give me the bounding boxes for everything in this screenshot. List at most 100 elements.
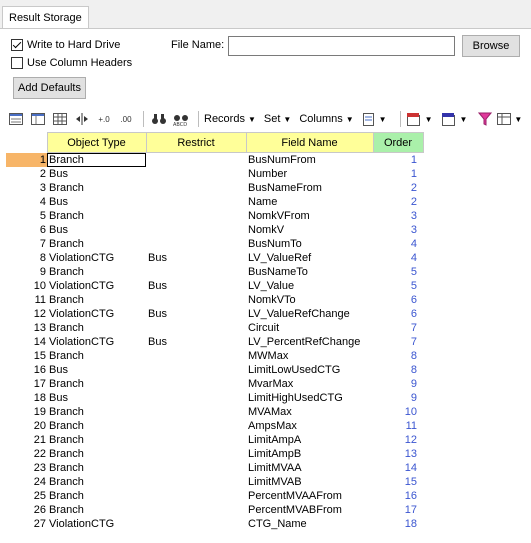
row-number[interactable]: 10 [6, 279, 47, 293]
object-type-cell[interactable]: Bus [47, 223, 146, 237]
table-row[interactable]: 4 Bus Name 2 [6, 195, 423, 209]
tab-result-storage[interactable]: Result Storage [2, 6, 89, 28]
object-type-cell[interactable]: Branch [47, 209, 146, 223]
find-abcd-icon[interactable]: ABCD [171, 110, 191, 128]
field-name-cell[interactable]: NomkV [246, 223, 373, 237]
field-name-cell[interactable]: AmpsMax [246, 419, 373, 433]
row-number[interactable]: 20 [6, 419, 47, 433]
record-view-icon[interactable] [6, 110, 26, 128]
row-number[interactable]: 2 [6, 167, 47, 181]
order-cell[interactable]: 5 [373, 265, 423, 279]
field-name-cell[interactable]: LimitAmpB [246, 447, 373, 461]
restrict-cell[interactable] [146, 405, 246, 419]
column-header-order[interactable]: Order [372, 132, 424, 153]
aux-export-menu[interactable]: ▼ [406, 112, 433, 126]
row-number[interactable]: 18 [6, 391, 47, 405]
object-type-cell[interactable]: Branch [47, 419, 146, 433]
field-name-cell[interactable]: LV_ValueRefChange [246, 307, 373, 321]
object-type-cell[interactable]: ViolationCTG [47, 517, 146, 531]
row-number[interactable]: 3 [6, 181, 47, 195]
field-name-cell[interactable]: LimitMVAA [246, 461, 373, 475]
order-cell[interactable]: 7 [373, 335, 423, 349]
order-cell[interactable]: 4 [373, 251, 423, 265]
order-cell[interactable]: 8 [373, 363, 423, 377]
table-row[interactable]: 24 Branch LimitMVAB 15 [6, 475, 423, 489]
column-header-restrict[interactable]: Restrict [145, 132, 247, 153]
field-name-cell[interactable]: BusNameFrom [246, 181, 373, 195]
decrease-decimals-icon[interactable]: .00 [116, 110, 136, 128]
order-cell[interactable]: 7 [373, 321, 423, 335]
columns-menu[interactable]: Columns ▼ [299, 113, 353, 125]
row-number[interactable]: 23 [6, 461, 47, 475]
column-resize-icon[interactable] [72, 110, 92, 128]
table-row[interactable]: 3 Branch BusNameFrom 2 [6, 181, 423, 195]
table-row[interactable]: 12 ViolationCTG Bus LV_ValueRefChange 6 [6, 307, 423, 321]
set-menu[interactable]: Set ▼ [264, 113, 291, 125]
object-type-cell[interactable]: Bus [47, 167, 146, 181]
restrict-cell[interactable] [146, 475, 246, 489]
column-header-object-type[interactable]: Object Type [46, 132, 147, 153]
restrict-cell[interactable] [146, 181, 246, 195]
field-name-cell[interactable]: Number [246, 167, 373, 181]
order-cell[interactable]: 4 [373, 237, 423, 251]
table-row[interactable]: 26 Branch PercentMVABFrom 17 [6, 503, 423, 517]
order-cell[interactable]: 16 [373, 489, 423, 503]
order-cell[interactable]: 9 [373, 377, 423, 391]
row-number[interactable]: 13 [6, 321, 47, 335]
order-cell[interactable]: 9 [373, 391, 423, 405]
row-number[interactable]: 27 [6, 517, 47, 531]
object-type-cell[interactable]: Branch [47, 433, 146, 447]
order-cell[interactable]: 2 [373, 181, 423, 195]
field-name-cell[interactable]: BusNumFrom [246, 153, 373, 168]
table-row[interactable]: 17 Branch MvarMax 9 [6, 377, 423, 391]
row-number[interactable]: 11 [6, 293, 47, 307]
object-type-cell[interactable]: Branch [47, 265, 146, 279]
table-row[interactable]: 14 ViolationCTG Bus LV_PercentRefChange 7 [6, 335, 423, 349]
field-name-cell[interactable]: PercentMVAAFrom [246, 489, 373, 503]
field-name-cell[interactable]: LimitHighUsedCTG [246, 391, 373, 405]
object-type-cell[interactable]: ViolationCTG [47, 251, 146, 265]
row-number[interactable]: 5 [6, 209, 47, 223]
use-column-headers-option[interactable]: Use Column Headers [11, 55, 132, 71]
restrict-cell[interactable] [146, 153, 246, 168]
object-type-cell[interactable]: Bus [47, 195, 146, 209]
row-number[interactable]: 16 [6, 363, 47, 377]
field-name-cell[interactable]: CTG_Name [246, 517, 373, 531]
file-name-input[interactable] [228, 36, 455, 56]
table-row[interactable]: 7 Branch BusNumTo 4 [6, 237, 423, 251]
order-cell[interactable]: 10 [373, 405, 423, 419]
restrict-cell[interactable] [146, 433, 246, 447]
row-number[interactable]: 22 [6, 447, 47, 461]
table-row[interactable]: 18 Bus LimitHighUsedCTG 9 [6, 391, 423, 405]
object-type-cell[interactable]: Branch [47, 349, 146, 363]
order-cell[interactable]: 12 [373, 433, 423, 447]
object-type-cell[interactable]: Branch [47, 152, 146, 167]
field-name-cell[interactable]: LimitLowUsedCTG [246, 363, 373, 377]
add-defaults-button[interactable]: Add Defaults [13, 77, 86, 99]
row-number[interactable]: 19 [6, 405, 47, 419]
object-type-cell[interactable]: Branch [47, 447, 146, 461]
order-cell[interactable]: 13 [373, 447, 423, 461]
object-type-cell[interactable]: Branch [47, 237, 146, 251]
object-type-cell[interactable]: Branch [47, 503, 146, 517]
restrict-cell[interactable] [146, 349, 246, 363]
table-row[interactable]: 16 Bus LimitLowUsedCTG 8 [6, 363, 423, 377]
row-number[interactable]: 17 [6, 377, 47, 391]
restrict-cell[interactable] [146, 265, 246, 279]
object-type-cell[interactable]: Branch [47, 489, 146, 503]
field-name-cell[interactable]: NomkVFrom [246, 209, 373, 223]
field-name-cell[interactable]: MvarMax [246, 377, 373, 391]
restrict-cell[interactable] [146, 293, 246, 307]
restrict-cell[interactable] [146, 461, 246, 475]
field-name-cell[interactable]: Circuit [246, 321, 373, 335]
table-row[interactable]: 15 Branch MWMax 8 [6, 349, 423, 363]
object-type-cell[interactable]: Branch [47, 461, 146, 475]
object-type-cell[interactable]: Branch [47, 321, 146, 335]
row-number[interactable]: 1 [6, 152, 47, 167]
object-type-cell[interactable]: ViolationCTG [47, 307, 146, 321]
row-number[interactable]: 21 [6, 433, 47, 447]
field-name-cell[interactable]: LimitAmpA [246, 433, 373, 447]
restrict-cell[interactable] [146, 377, 246, 391]
table-row[interactable]: 22 Branch LimitAmpB 13 [6, 447, 423, 461]
row-number[interactable]: 8 [6, 251, 47, 265]
